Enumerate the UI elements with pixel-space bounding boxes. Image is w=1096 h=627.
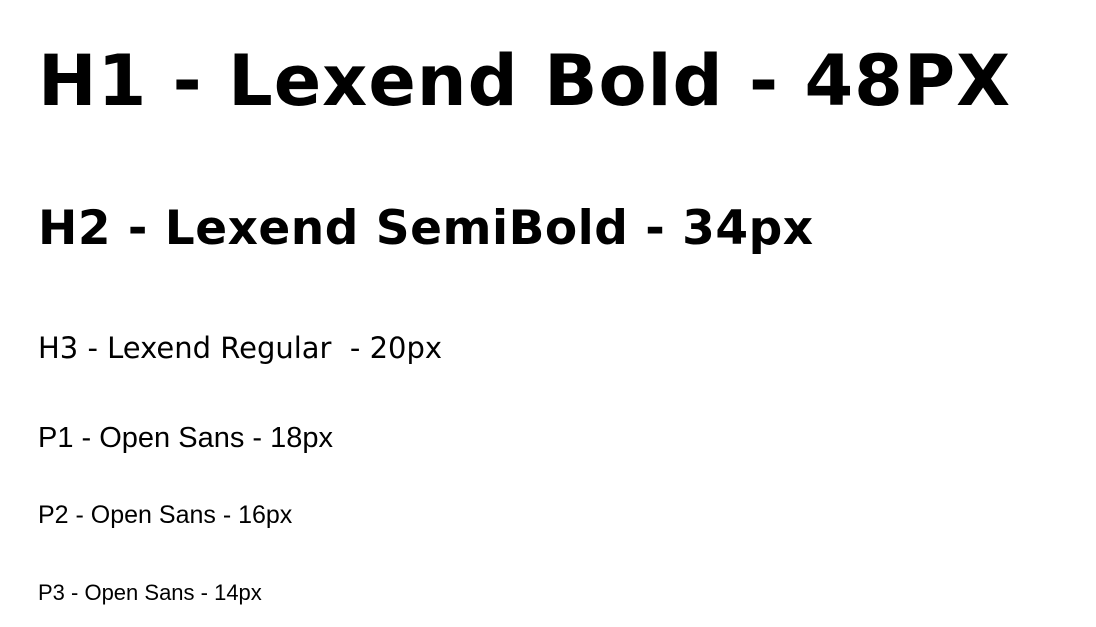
- p1-specimen: P1 - Open Sans - 18px: [38, 422, 333, 454]
- h3-specimen: H3 - Lexend Regular - 20px: [38, 331, 443, 365]
- h1-specimen: H1 - Lexend Bold - 48PX: [38, 40, 1012, 122]
- p2-specimen: P2 - Open Sans - 16px: [38, 501, 293, 529]
- p3-specimen: P3 - Open Sans - 14px: [38, 580, 262, 605]
- h2-specimen: H2 - Lexend SemiBold - 34px: [38, 201, 814, 256]
